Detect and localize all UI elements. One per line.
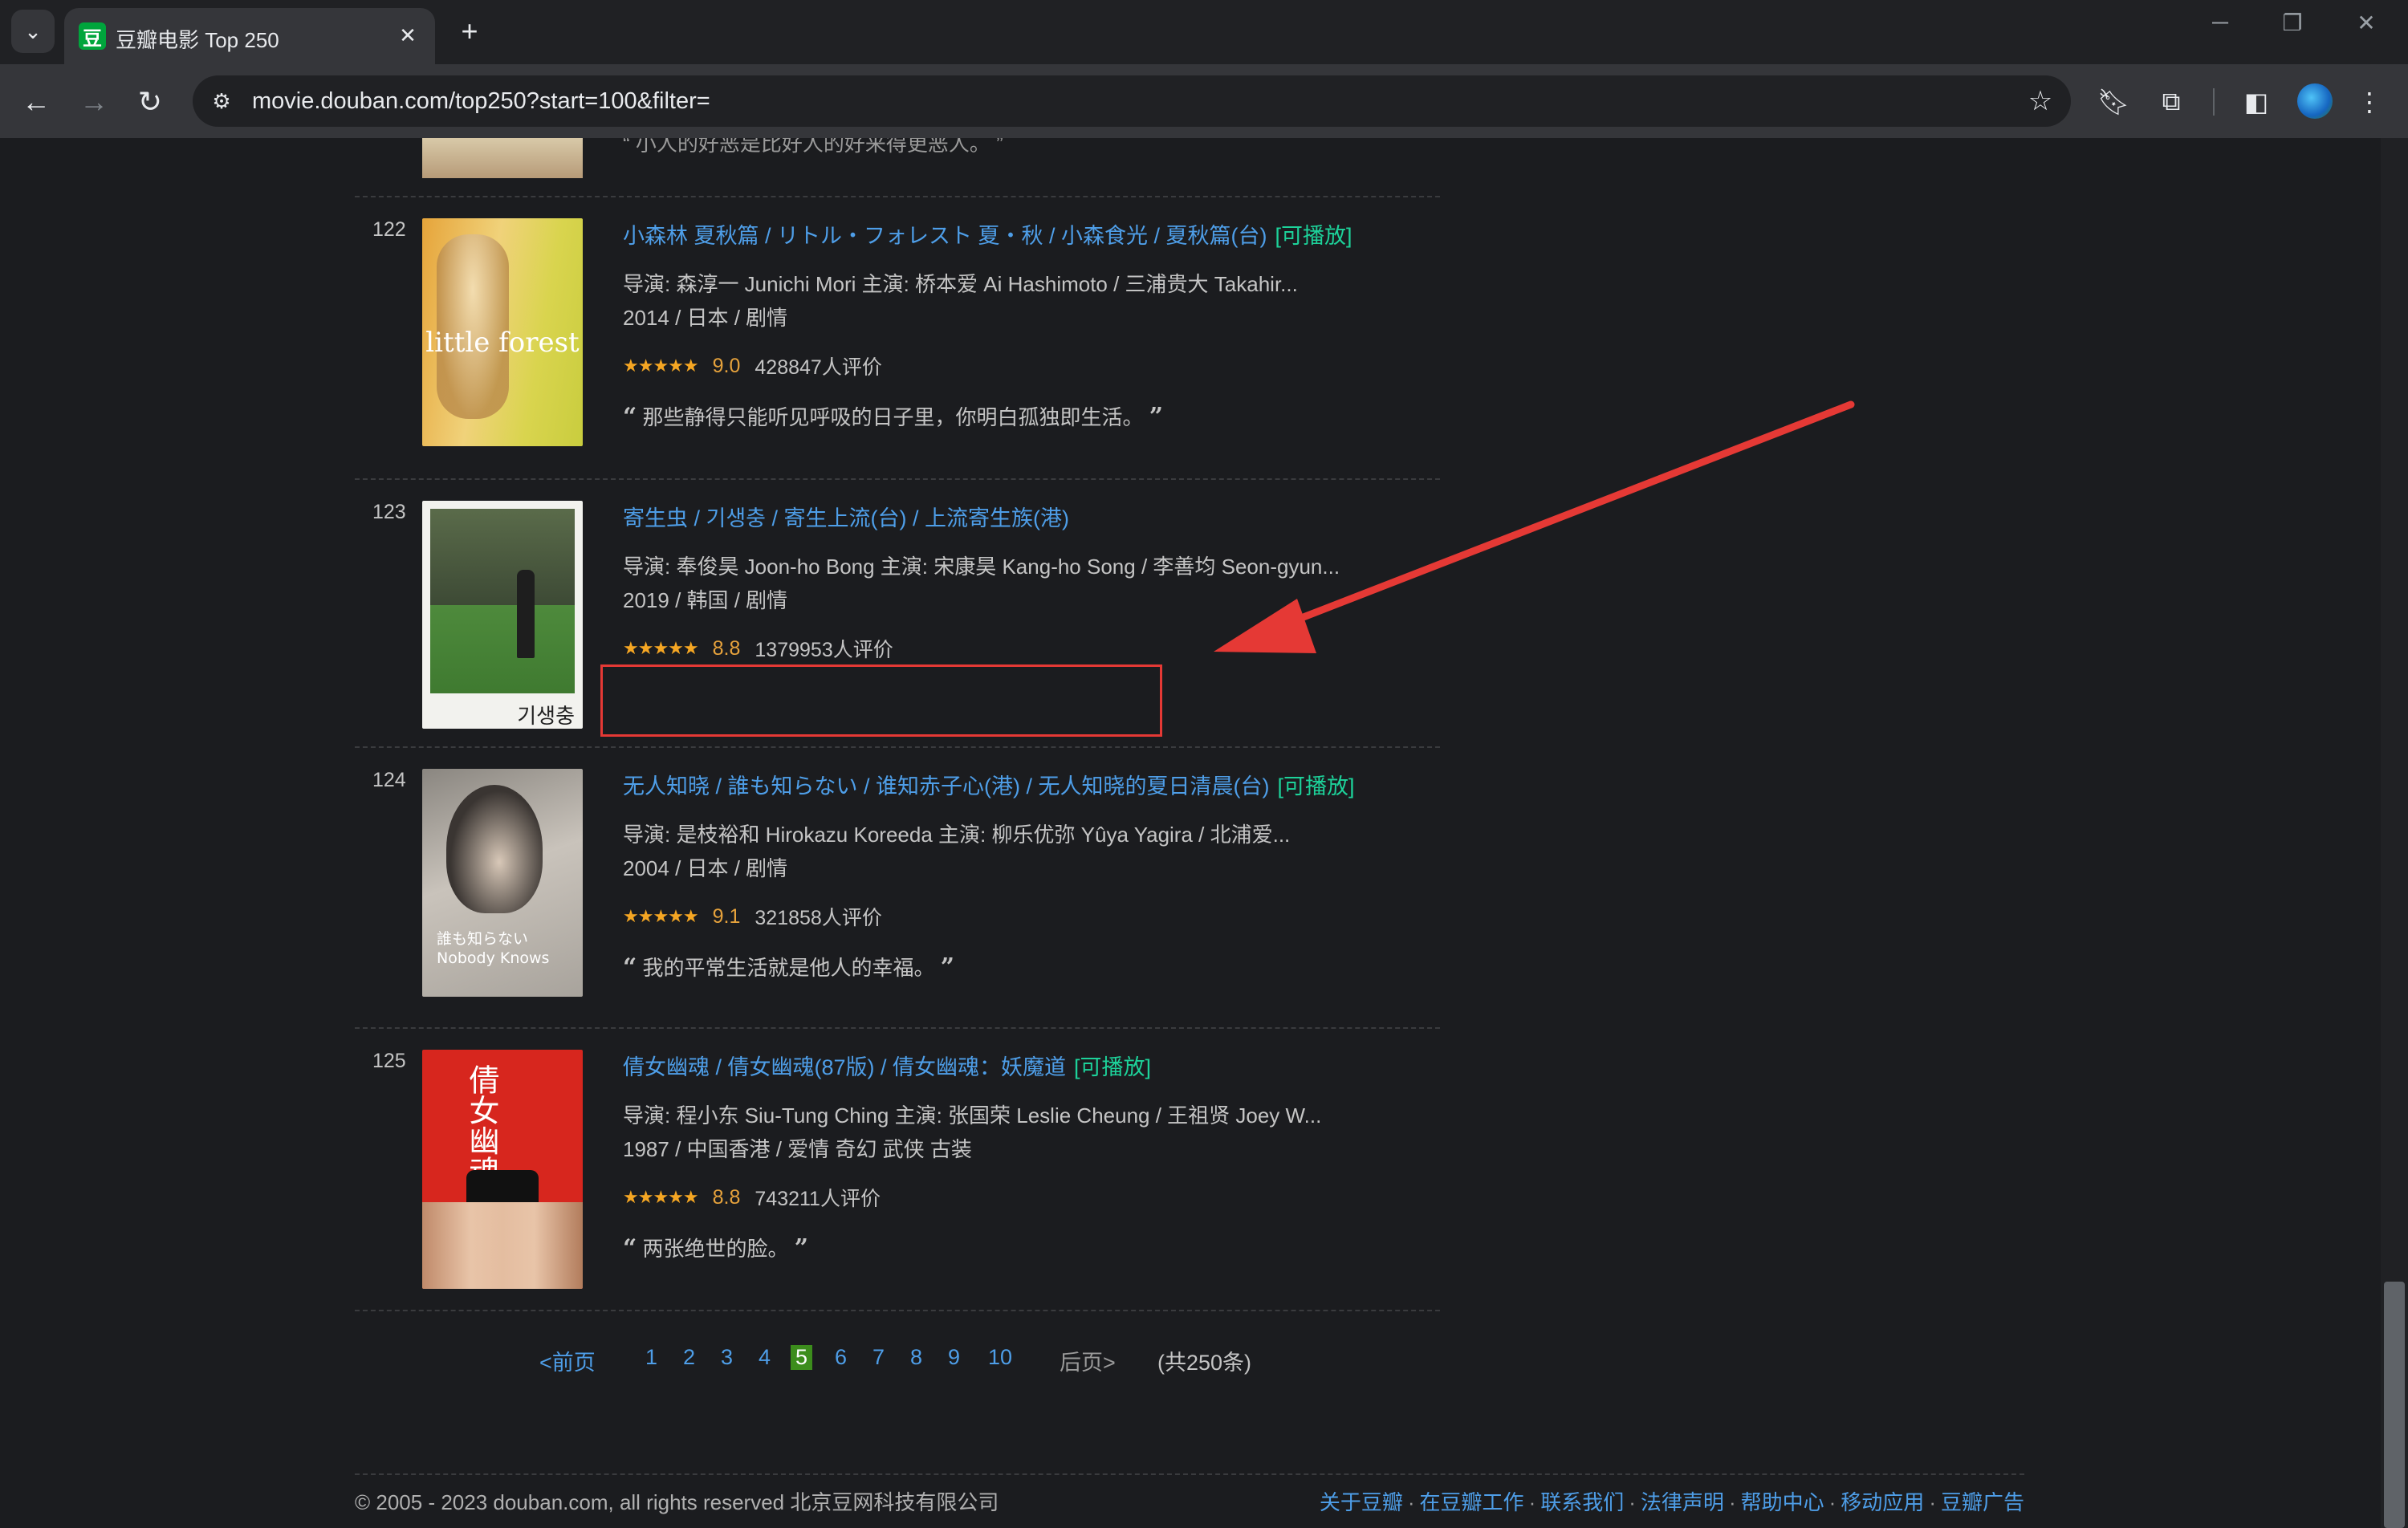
arrow-shaft [1264, 400, 1855, 635]
arrow-head-icon [1214, 599, 1316, 653]
annotation-arrow [1214, 400, 1855, 653]
